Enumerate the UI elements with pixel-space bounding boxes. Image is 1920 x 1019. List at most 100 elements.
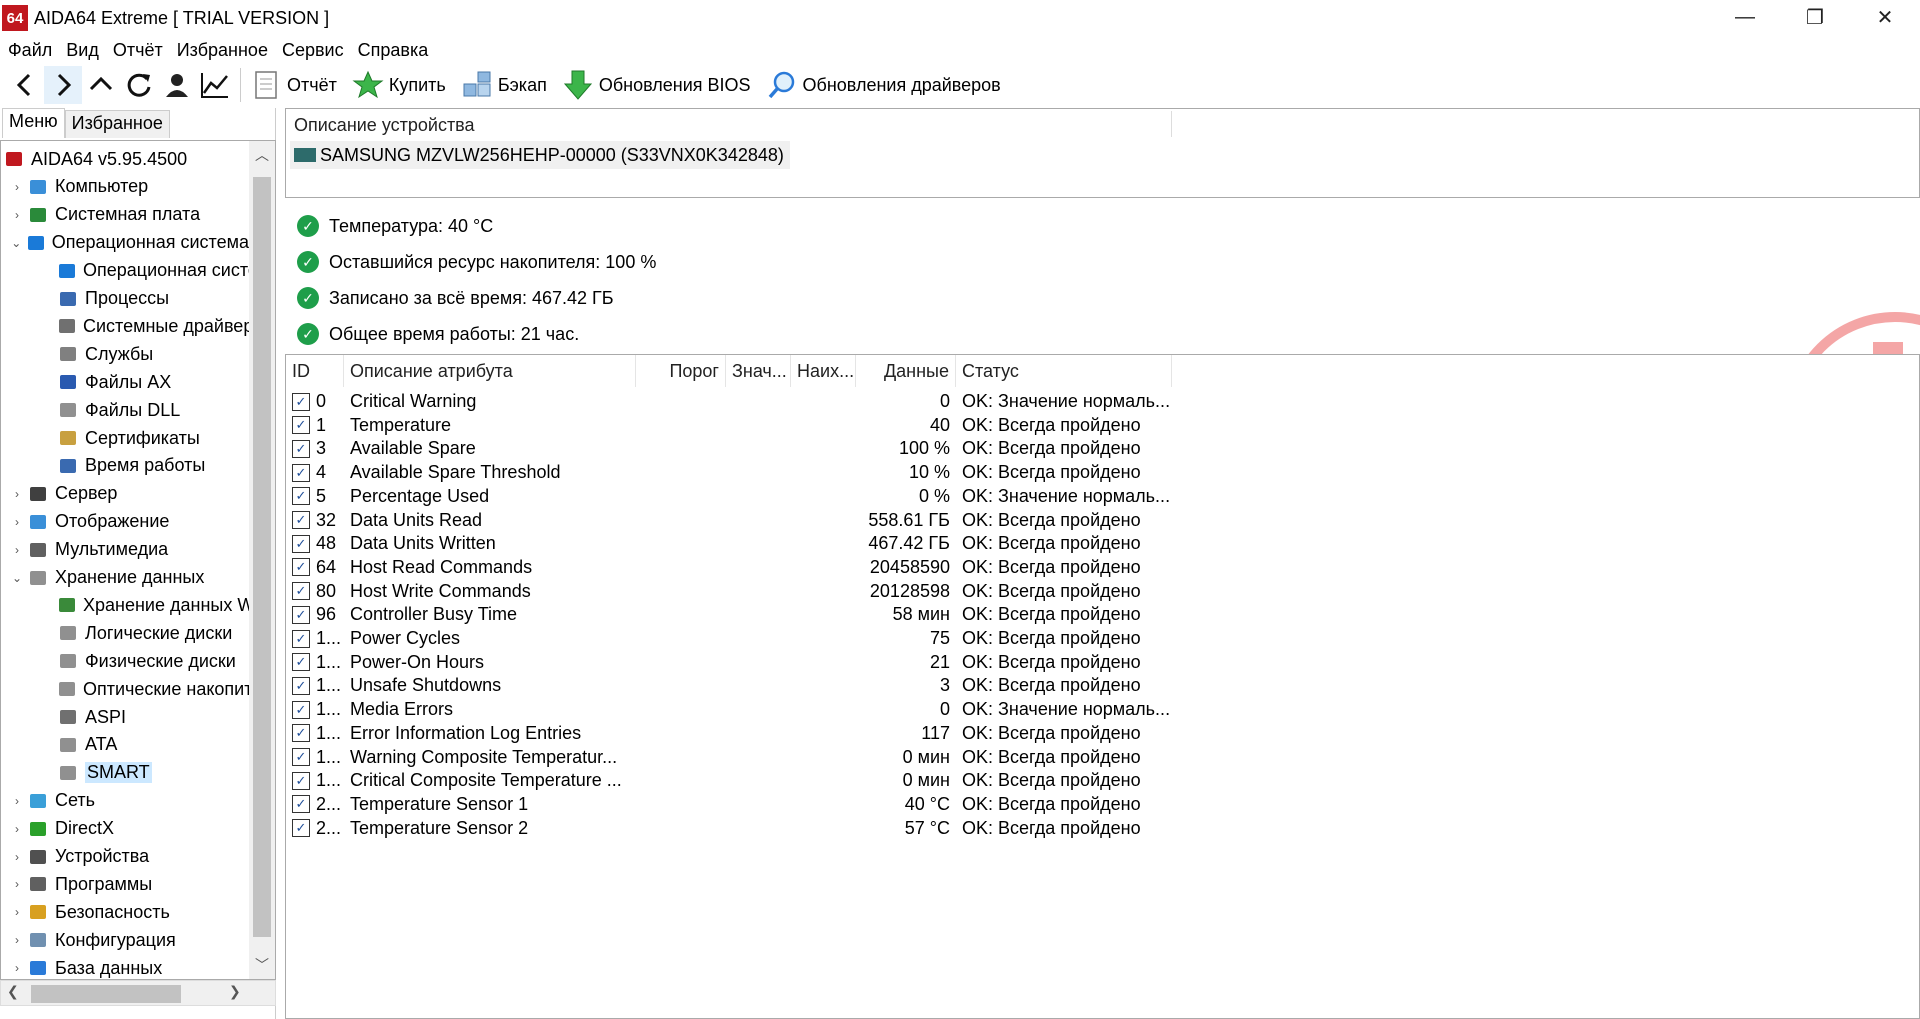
row-checkbox[interactable]: ✓ — [292, 487, 310, 506]
expand-chevron-icon[interactable]: › — [7, 847, 27, 867]
header-data[interactable]: Данные — [856, 355, 956, 387]
restore-button[interactable]: ❐ — [1780, 0, 1850, 34]
tree-item[interactable]: › Программы — [1, 870, 249, 898]
scroll-left-icon[interactable]: ❮ — [7, 983, 19, 1000]
row-checkbox[interactable]: ✓ — [292, 795, 310, 814]
row-checkbox[interactable]: ✓ — [292, 605, 310, 624]
menu-service[interactable]: Сервис — [282, 40, 344, 61]
expand-chevron-icon[interactable]: › — [7, 205, 27, 225]
row-checkbox[interactable]: ✓ — [292, 463, 310, 482]
expand-chevron-icon[interactable]: › — [7, 958, 27, 978]
tab-favorites[interactable]: Избранное — [64, 110, 170, 138]
back-button[interactable] — [6, 66, 44, 104]
row-checkbox[interactable]: ✓ — [292, 748, 310, 766]
tree-item[interactable]: › База данных — [1, 954, 249, 979]
bios-update-button[interactable]: Обновления BIOS — [559, 66, 763, 104]
user-button[interactable] — [158, 66, 196, 104]
tree-item[interactable]: Логические диски — [1, 619, 249, 647]
forward-button[interactable] — [44, 66, 82, 104]
tab-menu[interactable]: Меню — [2, 108, 65, 138]
tree-item[interactable]: ASPI — [1, 703, 249, 731]
tree-item[interactable]: AIDA64 v5.95.4500 — [1, 145, 249, 173]
row-checkbox[interactable]: ✓ — [292, 392, 310, 411]
row-checkbox[interactable]: ✓ — [292, 511, 310, 529]
collapse-chevron-icon[interactable]: ⌄ — [7, 233, 25, 253]
tree-item[interactable]: ⌄ Операционная система — [1, 229, 249, 257]
tree-item[interactable]: Время работы — [1, 452, 249, 480]
tree-item[interactable]: › Компьютер — [1, 173, 249, 201]
tree-item[interactable]: › Устройства — [1, 843, 249, 871]
menu-report[interactable]: Отчёт — [113, 40, 163, 61]
refresh-button[interactable] — [120, 66, 158, 104]
minimize-button[interactable]: — — [1710, 0, 1780, 34]
scroll-up-icon[interactable]: ︿ — [255, 145, 269, 165]
menu-favorites[interactable]: Избранное — [177, 40, 268, 61]
tree-item[interactable]: ⌄ Хранение данных — [1, 564, 249, 592]
expand-chevron-icon[interactable]: › — [7, 484, 27, 504]
tree-item[interactable]: Оптические накопители — [1, 675, 249, 703]
menu-view[interactable]: Вид — [66, 40, 99, 61]
collapse-chevron-icon[interactable]: ⌄ — [7, 568, 27, 588]
tree-item[interactable]: › Конфигурация — [1, 926, 249, 954]
tree-item[interactable]: Операционная система — [1, 257, 249, 285]
tree-item[interactable]: Файлы DLL — [1, 396, 249, 424]
expand-chevron-icon[interactable]: › — [7, 819, 27, 839]
table-row[interactable]: ✓ 2... Temperature Sensor 2 57 °C OK: Всегда… — [286, 814, 1919, 843]
scroll-down-icon[interactable]: ﹀ — [255, 955, 269, 975]
row-checkbox[interactable]: ✓ — [292, 653, 310, 672]
tree-item[interactable]: › Системная плата — [1, 201, 249, 229]
tree-vertical-scrollbar[interactable]: ︿ ﹀ — [249, 141, 275, 979]
backup-button[interactable]: Бэкап — [458, 66, 559, 104]
tree-item[interactable]: › Сервер — [1, 480, 249, 508]
header-id[interactable]: ID — [286, 355, 344, 387]
chart-button[interactable] — [196, 66, 234, 104]
tree-item[interactable]: ATA — [1, 731, 249, 759]
tree-item[interactable]: Сертификаты — [1, 424, 249, 452]
tree-horizontal-scroll-thumb[interactable] — [31, 985, 181, 1003]
header-worst[interactable]: Наих... — [791, 355, 856, 387]
row-checkbox[interactable]: ✓ — [292, 819, 310, 838]
expand-chevron-icon[interactable]: › — [7, 874, 27, 894]
buy-button[interactable]: Купить — [349, 66, 458, 104]
row-checkbox[interactable]: ✓ — [292, 771, 310, 790]
tree-item[interactable]: Физические диски — [1, 647, 249, 675]
tree-item[interactable]: Службы — [1, 340, 249, 368]
row-checkbox[interactable]: ✓ — [292, 676, 310, 695]
expand-chevron-icon[interactable]: › — [7, 512, 27, 532]
expand-chevron-icon[interactable]: › — [7, 177, 27, 197]
tree-horizontal-scrollbar[interactable]: ❮ ❯ — [0, 980, 276, 1006]
tree-item[interactable]: › Отображение — [1, 508, 249, 536]
scroll-right-icon[interactable]: ❯ — [229, 983, 241, 1000]
header-threshold[interactable]: Порог — [636, 355, 726, 387]
report-button[interactable]: Отчёт — [247, 66, 349, 104]
driver-update-button[interactable]: Обновления драйверов — [763, 66, 1013, 104]
row-checkbox[interactable]: ✓ — [292, 724, 310, 743]
row-checkbox[interactable]: ✓ — [292, 558, 310, 577]
expand-chevron-icon[interactable]: › — [7, 540, 27, 560]
header-value[interactable]: Знач... — [726, 355, 791, 387]
row-checkbox[interactable]: ✓ — [292, 629, 310, 648]
expand-chevron-icon[interactable]: › — [7, 930, 27, 950]
row-checkbox[interactable]: ✓ — [292, 582, 310, 601]
tree-item[interactable]: Системные драйверы — [1, 312, 249, 340]
tree-item[interactable]: Файлы AX — [1, 368, 249, 396]
menu-file[interactable]: Файл — [8, 40, 52, 61]
tree-vertical-scroll-thumb[interactable] — [253, 177, 271, 937]
row-checkbox[interactable]: ✓ — [292, 534, 310, 553]
device-row[interactable]: SAMSUNG MZVLW256HEHP-00000 (S33VNX0K3428… — [290, 141, 790, 169]
tree-item[interactable]: › Сеть — [1, 787, 249, 815]
expand-chevron-icon[interactable]: › — [7, 902, 27, 922]
row-checkbox[interactable]: ✓ — [292, 416, 310, 435]
menu-help[interactable]: Справка — [358, 40, 429, 61]
header-description[interactable]: Описание атрибута — [344, 355, 636, 387]
tree-item[interactable]: Хранение данных Windows — [1, 591, 249, 619]
tree-item[interactable]: Процессы — [1, 285, 249, 313]
row-checkbox[interactable]: ✓ — [292, 439, 310, 458]
close-button[interactable]: ✕ — [1850, 0, 1920, 34]
header-status[interactable]: Статус — [956, 355, 1172, 387]
up-button[interactable] — [82, 66, 120, 104]
tree-item[interactable]: › Безопасность — [1, 898, 249, 926]
tree-item[interactable]: › DirectX — [1, 815, 249, 843]
tree-item[interactable]: SMART — [1, 759, 249, 787]
row-checkbox[interactable]: ✓ — [292, 700, 310, 719]
